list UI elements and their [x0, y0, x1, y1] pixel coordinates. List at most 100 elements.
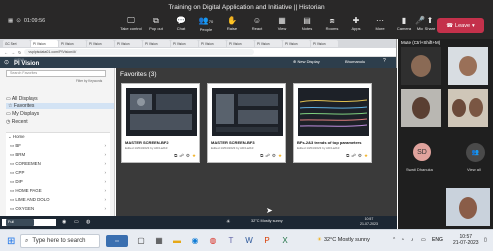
gear-icon[interactable]: ⚙ [358, 153, 362, 159]
self-video[interactable] [446, 188, 490, 226]
nav-recent[interactable]: ◷ Recent [6, 119, 28, 125]
notes-button[interactable]: ▤ Notes [294, 16, 320, 31]
people-icon[interactable]: 👥 [466, 143, 485, 162]
leave-button[interactable]: ☎ Leave ▾ [437, 18, 484, 33]
chevron-right-icon: › [104, 188, 106, 193]
star-icon[interactable]: ★ [192, 153, 196, 159]
word-icon[interactable]: W [243, 235, 255, 247]
chat-button[interactable]: 💬 Chat [168, 16, 194, 31]
tree-item[interactable]: ▭ BRM › [10, 152, 106, 158]
battery-icon[interactable]: ▭ [421, 237, 426, 243]
taskbar-weather[interactable]: ☀ 32°C Mostly sunny [317, 237, 370, 243]
browser-tab[interactable]: PI Vision [31, 40, 58, 47]
browser-tab[interactable]: PI Vision [59, 40, 86, 47]
raise-hand-button[interactable]: ✋ Raise [219, 16, 245, 31]
menu-icon[interactable]: ⊙ [4, 59, 9, 66]
powerpoint-icon[interactable]: P [261, 235, 273, 247]
forward-icon[interactable]: → [11, 50, 15, 55]
network-icon[interactable]: ◔ [401, 237, 404, 243]
participant-video[interactable] [401, 89, 441, 127]
chevron-right-icon: › [104, 161, 106, 166]
browser-tab[interactable]: PI Vision [283, 40, 310, 47]
apps-button[interactable]: ✚ Apps [343, 16, 369, 31]
tree-item[interactable]: ▭ COREEMEN › [10, 161, 106, 167]
more-button[interactable]: ⋯ More [367, 16, 393, 31]
copy-icon[interactable]: ⧉ [260, 153, 263, 159]
nav-my-displays[interactable]: ▭ My Displays [6, 111, 39, 117]
participant-video[interactable] [401, 47, 441, 85]
tree-item[interactable]: ▭ DIP › [10, 179, 106, 185]
display-card[interactable]: BFs-2&3 trends of top parameters Edited … [293, 83, 372, 163]
nav-favorites[interactable]: ☆ Favorites [6, 103, 114, 109]
share-icon[interactable]: ☍ [179, 153, 184, 159]
share-icon[interactable]: ☍ [351, 153, 356, 159]
help-icon[interactable]: ? [383, 58, 386, 64]
tree-item[interactable]: ▭ HOME PAGE › [10, 188, 106, 194]
star-icon[interactable]: ★ [278, 153, 282, 159]
raise-hand-icon: ✋ [227, 16, 237, 25]
browser-tab[interactable]: PI Vision [255, 40, 282, 47]
edge-icon[interactable]: ◉ [189, 235, 201, 247]
pi-vision-main: Search Favorites Filter by Keywords ▭ Al… [0, 68, 397, 229]
people-button[interactable]: 👥70 People [193, 16, 219, 32]
thumbnail-graphic [130, 94, 192, 130]
tree-item[interactable]: ▭ OXYGEN › [10, 206, 106, 212]
notes-icon: ▤ [303, 16, 311, 25]
language-indicator[interactable]: ENG [432, 237, 443, 243]
search-favorites-input[interactable]: Search Favorites [6, 70, 106, 77]
windows-start-icon[interactable]: ⊞ [7, 236, 15, 247]
view-all-button[interactable]: View all [467, 167, 481, 172]
view-button[interactable]: ▦ View [269, 16, 295, 31]
excel-icon[interactable]: X [279, 235, 291, 247]
participant-video[interactable] [448, 47, 488, 85]
browser-tab[interactable]: PI Vision [311, 40, 338, 47]
reload-icon[interactable]: ↻ [18, 50, 21, 55]
taskbar-clock[interactable]: 10:57 21-07-2023 [453, 234, 479, 246]
teams-icon[interactable]: T [225, 235, 237, 247]
filter-keywords-link[interactable]: Filter by Keywords [76, 79, 102, 83]
star-icon[interactable]: ★ [364, 153, 368, 159]
url-field[interactable]: vsplpisdata01.com/PIVision/#/ [24, 49, 255, 55]
taskbar-search-input[interactable]: ⌕ Type here to search [20, 234, 100, 248]
pop-out-button[interactable]: ⧉ Pop out [143, 16, 169, 31]
browser-tab[interactable]: PI Vision [87, 40, 114, 47]
file-explorer-icon[interactable]: ▬ [171, 235, 183, 247]
avatar[interactable]: SD [413, 143, 431, 161]
back-icon[interactable]: ← [4, 50, 8, 55]
copy-icon[interactable]: ⧉ [346, 153, 349, 159]
participant-video[interactable] [448, 89, 488, 127]
nav-all-displays[interactable]: ▭ All Displays [6, 96, 38, 102]
browser-tab[interactable]: PI Vision [199, 40, 226, 47]
pi-vision-sidebar: Search Favorites Filter by Keywords ▭ Al… [0, 68, 115, 229]
browser-tab[interactable]: PI Vision [171, 40, 198, 47]
taskbar-app-thumbnail[interactable]: ▭ [106, 235, 128, 247]
tree-root[interactable]: ⌄ Home [8, 134, 104, 140]
grid-icon[interactable]: ▦ [8, 18, 13, 24]
display-card[interactable]: MASTER SCREEN-BF3 Edited 13/04/2023 by A… [207, 83, 286, 163]
volume-icon[interactable]: ♪ [411, 237, 414, 243]
tree-item[interactable]: ▭ BF › [10, 143, 106, 149]
task-view-icon[interactable]: ▢ [135, 235, 147, 247]
take-control-button[interactable]: 🖵 Take control [118, 16, 144, 31]
browser-tab[interactable]: GC Sert [3, 40, 30, 47]
browser-tab[interactable]: PI Vision [115, 40, 142, 47]
tree-item[interactable]: ▭ CPP › [10, 170, 106, 176]
tree-item[interactable]: ▭ LIME AND DOLO › [10, 197, 106, 203]
gear-icon[interactable]: ⚙ [186, 153, 190, 159]
chrome-icon[interactable]: ◍ [207, 235, 219, 247]
share-icon[interactable]: ☍ [265, 153, 270, 159]
copy-icon[interactable]: ⧉ [174, 153, 177, 159]
display-thumbnail [298, 88, 369, 136]
user-name[interactable]: Bhumanolu [345, 59, 365, 64]
notification-icon[interactable]: ▯ [484, 237, 487, 243]
display-card[interactable]: MASTER SCREEN-BF2 Edited 13/04/2023 by A… [121, 83, 200, 163]
new-display-button[interactable]: ⊕ New Display [293, 59, 320, 64]
browser-tab[interactable]: PI Vision [143, 40, 170, 47]
gear-icon[interactable]: ⚙ [272, 153, 276, 159]
mouse-cursor: ➤ [266, 206, 273, 215]
react-button[interactable]: ☺ React [244, 16, 270, 31]
widgets-icon[interactable]: ▦ [153, 235, 165, 247]
browser-tab[interactable]: PI Vision [227, 40, 254, 47]
system-tray-chevron-icon[interactable]: ⌃ [392, 237, 396, 243]
rooms-button[interactable]: ⧈ Rooms [319, 16, 345, 31]
